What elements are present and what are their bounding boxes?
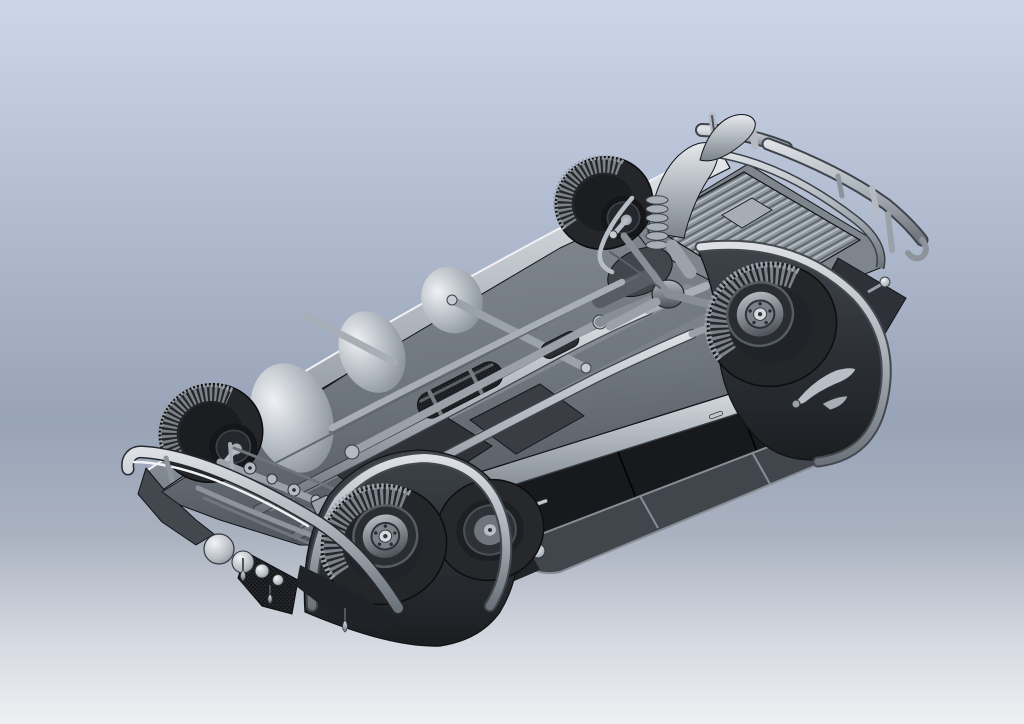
cad-viewport[interactable] xyxy=(0,0,1024,724)
headlamp-large xyxy=(204,534,234,564)
stalk-ball xyxy=(880,277,890,287)
lamp-small-2 xyxy=(273,575,284,586)
lamp-small-1 xyxy=(255,564,269,578)
